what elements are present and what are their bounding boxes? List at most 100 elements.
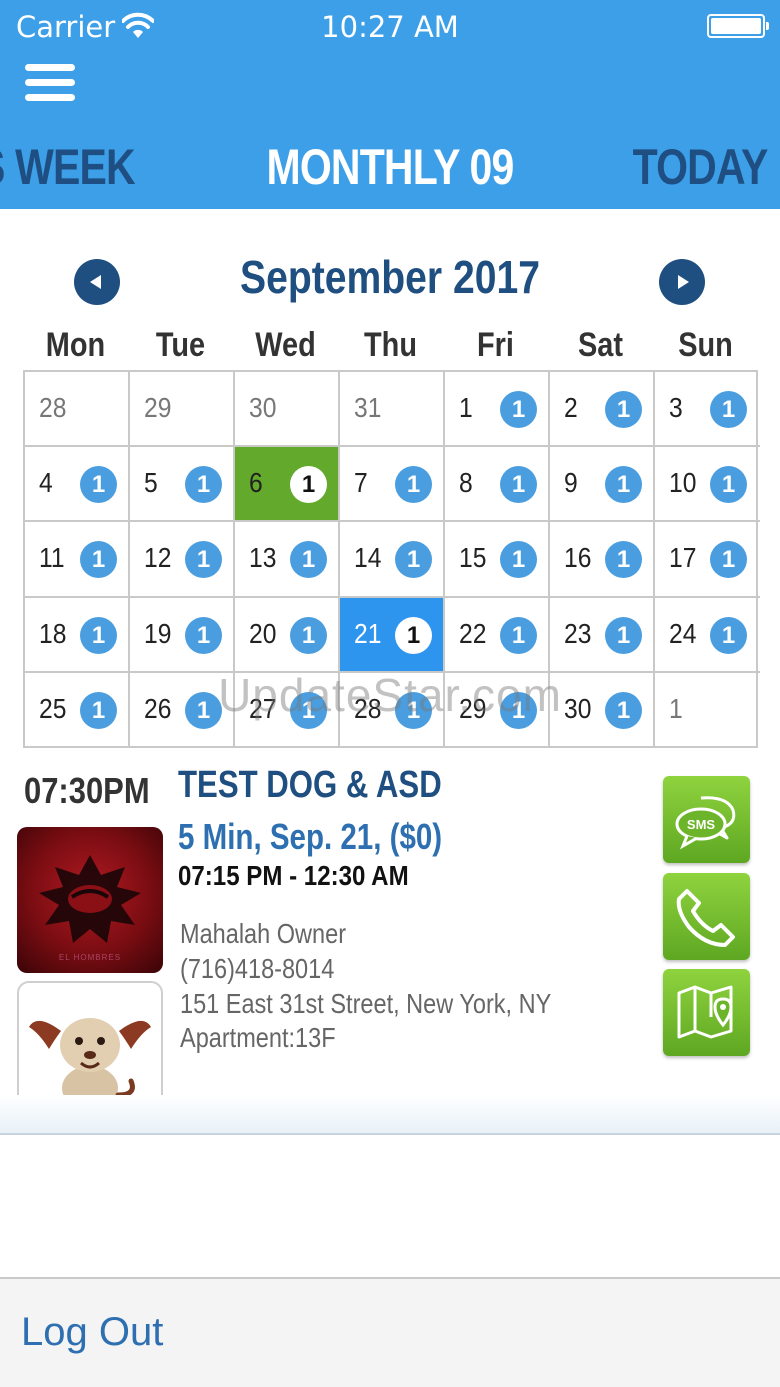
calendar-day-cell[interactable]: 81 <box>445 447 550 523</box>
owner-phone[interactable]: (716)418-8014 <box>180 953 334 985</box>
calendar-day-cell[interactable]: 25 1 <box>25 672 130 748</box>
calendar-day-cell[interactable]: 11 <box>445 372 550 448</box>
next-month-button[interactable] <box>659 259 705 305</box>
appointment-count-badge: 1 <box>710 466 747 504</box>
day-number: 25 <box>39 692 67 724</box>
day-number: 1 <box>459 392 473 423</box>
calendar-day-cell[interactable]: 41 <box>25 447 130 523</box>
calendar-day-cell[interactable]: 71 <box>340 447 445 523</box>
appointment-count-badge: 1 <box>500 391 537 428</box>
appointment-hours: 07:15 PM - 12:30 AM <box>178 860 409 891</box>
appointment-count-badge: 1 <box>605 616 642 654</box>
appointment-count-badge: 1 <box>500 691 537 729</box>
day-number: 20 <box>249 617 277 649</box>
day-number: 11 <box>39 542 65 574</box>
map-pin-icon <box>677 985 733 1039</box>
tab-monthly[interactable]: MONTHLY 09 <box>70 138 710 196</box>
hamburger-menu-icon[interactable] <box>25 64 77 104</box>
day-number: 9 <box>564 467 578 499</box>
appointment-count-badge: 1 <box>185 691 222 729</box>
day-number: 19 <box>144 617 172 649</box>
sms-chat-icon: SMS <box>675 796 736 850</box>
appointment-count-badge: 1 <box>395 691 432 729</box>
calendar-day-cell[interactable]: 61 <box>235 447 340 523</box>
poster-caption: EL HOMBRES <box>58 953 122 962</box>
map-button[interactable] <box>663 969 750 1056</box>
sms-icon-label: SMS <box>687 817 716 832</box>
day-number: 6 <box>249 467 263 499</box>
weekday-label: Sat <box>578 326 623 364</box>
calendar-day-cell[interactable]: 21 <box>550 372 655 448</box>
appointment-count-badge: 1 <box>710 616 747 654</box>
calendar-day-cell[interactable]: 22 1 <box>445 597 550 673</box>
day-number: 22 <box>459 617 487 649</box>
calendar-day-cell[interactable]: 29 1 <box>445 672 550 748</box>
calendar-day-cell[interactable]: 30 1 <box>550 672 655 748</box>
calendar-day-cell[interactable]: 14 1 <box>340 522 445 598</box>
day-number: 26 <box>144 692 172 724</box>
day-number: 30 <box>564 692 592 724</box>
weekday-header: Mon Tue Wed Thu Fri Sat Sun <box>23 326 758 370</box>
appointment-count-badge: 1 <box>500 616 537 654</box>
calendar-day-cell[interactable]: 18 1 <box>25 597 130 673</box>
appointment-count-badge: 1 <box>80 616 117 654</box>
day-number: 14 <box>354 542 382 574</box>
menu-line <box>25 64 75 71</box>
appointment-count-badge: 1 <box>185 541 222 579</box>
calendar-day-cell[interactable]: 20 1 <box>235 597 340 673</box>
calendar-day-cell[interactable]: 19 1 <box>130 597 235 673</box>
pet-photo[interactable]: EL HOMBRES <box>17 827 163 973</box>
logout-button[interactable]: Log Out <box>21 1310 163 1355</box>
calendar-day-cell[interactable]: 28 <box>25 372 130 448</box>
calendar-day-cell[interactable]: 31 <box>655 372 760 448</box>
calendar-day-cell[interactable]: 10 1 <box>655 447 760 523</box>
sms-button[interactable]: SMS <box>663 776 750 863</box>
calendar-day-cell[interactable]: 16 1 <box>550 522 655 598</box>
calendar-day-cell[interactable]: 11 1 <box>25 522 130 598</box>
appointment-count-badge: 1 <box>395 616 432 654</box>
calendar-day-cell[interactable]: 29 <box>130 372 235 448</box>
calendar-day-cell[interactable]: 51 <box>130 447 235 523</box>
tab-today[interactable]: TODAY <box>633 138 769 196</box>
calendar-day-cell[interactable]: 23 1 <box>550 597 655 673</box>
appointment-count-badge: 1 <box>80 541 117 579</box>
calendar-day-cell[interactable]: 17 1 <box>655 522 760 598</box>
menu-line <box>25 94 75 101</box>
appointment-count-badge: 1 <box>185 466 222 504</box>
appointment-count-badge: 1 <box>605 541 642 579</box>
call-button[interactable] <box>663 873 750 960</box>
appointment-count-badge: 1 <box>605 691 642 729</box>
day-number: 12 <box>144 542 172 574</box>
calendar-day-cell[interactable]: 13 1 <box>235 522 340 598</box>
calendar-day-cell[interactable]: 24 1 <box>655 598 760 673</box>
calendar-day-cell[interactable]: 28 1 <box>340 672 445 748</box>
appointment-count-badge: 1 <box>710 391 747 428</box>
appointment-time: 07:30PM <box>24 770 150 811</box>
chevron-right-icon <box>678 275 689 289</box>
appointment-count-badge: 1 <box>395 541 432 579</box>
day-number: 3 <box>669 392 683 423</box>
appointment-count-badge: 1 <box>185 616 222 654</box>
owner-address[interactable]: 151 East 31st Street, New York, NY <box>180 988 551 1020</box>
calendar-day-cell[interactable]: 31 <box>340 372 445 448</box>
calendar-day-cell[interactable]: 26 1 <box>130 672 235 748</box>
appointment-count-badge: 1 <box>290 691 327 729</box>
footer: Log Out <box>0 1277 780 1387</box>
day-number: 2 <box>564 392 578 423</box>
calendar-day-cell[interactable]: 27 1 <box>235 672 340 748</box>
weekday-label: Fri <box>477 326 514 364</box>
calendar-day-cell[interactable]: 12 1 <box>130 522 235 598</box>
appointment-count-badge: 1 <box>80 691 117 729</box>
calendar-day-cell[interactable]: 15 1 <box>445 522 550 598</box>
weekday-label: Thu <box>364 326 417 364</box>
calendar-day-cell[interactable]: 91 <box>550 447 655 523</box>
appointment-count-badge: 1 <box>290 541 327 579</box>
poster-art <box>39 855 141 943</box>
appointment-title[interactable]: TEST DOG & ASD <box>178 764 442 807</box>
calendar-day-cell[interactable]: 1 <box>655 673 760 748</box>
day-number: 18 <box>39 617 67 649</box>
calendar-day-cell[interactable]: 30 <box>235 372 340 448</box>
weekday-label: Wed <box>255 326 316 364</box>
calendar-day-cell[interactable]: 21 1 <box>340 597 445 673</box>
day-number: 21 <box>354 617 382 649</box>
